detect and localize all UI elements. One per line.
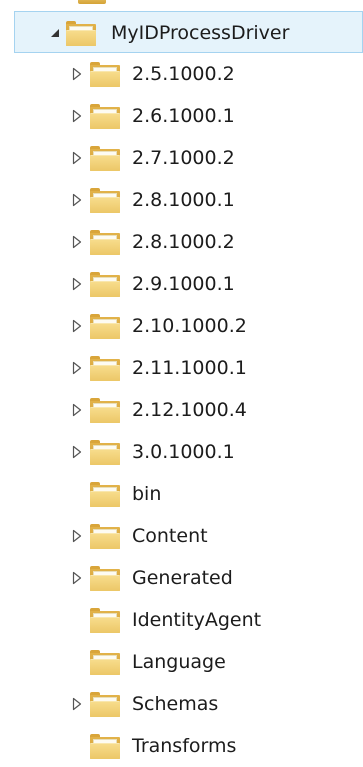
folder-icon — [90, 566, 120, 591]
collapsed-triangle-icon[interactable] — [70, 528, 84, 544]
tree-item[interactable]: 2.12.1000.4 — [0, 389, 363, 431]
tree-item[interactable]: 2.6.1000.1 — [0, 95, 363, 137]
collapsed-triangle-icon[interactable] — [70, 402, 84, 418]
tree-item-label: 2.6.1000.1 — [132, 105, 235, 127]
tree-item-label: 2.10.1000.2 — [132, 315, 247, 337]
collapsed-triangle-icon[interactable] — [70, 234, 84, 250]
tree-item-label: bin — [132, 483, 162, 505]
tree-item-label: 2.12.1000.4 — [132, 399, 247, 421]
folder-icon — [90, 440, 120, 465]
folder-icon — [90, 272, 120, 297]
tree-item-label: 3.0.1000.1 — [132, 441, 235, 463]
folder-icon — [90, 650, 120, 675]
collapsed-triangle-icon[interactable] — [70, 108, 84, 124]
tree-item[interactable]: 2.9.1000.1 — [0, 263, 363, 305]
collapsed-triangle-icon[interactable] — [70, 276, 84, 292]
folder-icon — [90, 524, 120, 549]
collapsed-triangle-icon[interactable] — [70, 192, 84, 208]
tree-item-label: Content — [132, 525, 208, 547]
tree-item[interactable]: 2.5.1000.2 — [0, 53, 363, 95]
partial-folder-icon — [78, 0, 106, 4]
folder-icon — [90, 482, 120, 507]
tree-item-label: IdentityAgent — [132, 609, 262, 631]
collapsed-triangle-icon[interactable] — [70, 150, 84, 166]
folder-icon — [66, 21, 96, 46]
tree-item-label: 2.7.1000.2 — [132, 147, 235, 169]
tree-item-label: 2.5.1000.2 — [132, 63, 235, 85]
tree-item[interactable]: Schemas — [0, 683, 363, 725]
collapsed-triangle-icon[interactable] — [70, 318, 84, 334]
folder-icon — [90, 734, 120, 759]
folder-icon — [90, 398, 120, 423]
tree-item[interactable]: Generated — [0, 557, 363, 599]
folder-icon — [90, 104, 120, 129]
folder-icon — [90, 356, 120, 381]
tree-item[interactable]: Transforms — [0, 725, 363, 767]
tree-item-label: 2.8.1000.1 — [132, 189, 235, 211]
folder-icon — [90, 230, 120, 255]
folder-icon — [90, 146, 120, 171]
tree-item[interactable]: 3.0.1000.1 — [0, 431, 363, 473]
folder-icon — [90, 314, 120, 339]
tree-item[interactable]: 2.8.1000.2 — [0, 221, 363, 263]
collapsed-triangle-icon[interactable] — [70, 66, 84, 82]
tree-item-root[interactable]: MyIDProcessDriver — [14, 11, 363, 53]
tree-item-label: 2.9.1000.1 — [132, 273, 235, 295]
tree-item[interactable]: bin — [0, 473, 363, 515]
collapsed-triangle-icon[interactable] — [70, 360, 84, 376]
tree-item[interactable]: Language — [0, 641, 363, 683]
tree-item[interactable]: 2.10.1000.2 — [0, 305, 363, 347]
tree-item[interactable]: 2.11.1000.1 — [0, 347, 363, 389]
tree-item[interactable]: 2.7.1000.2 — [0, 137, 363, 179]
tree-item-label: Schemas — [132, 693, 219, 715]
tree-item-label: 2.11.1000.1 — [132, 357, 247, 379]
folder-icon — [90, 188, 120, 213]
tree-item-label: 2.8.1000.2 — [132, 231, 235, 253]
tree-item-label: MyIDProcessDriver — [111, 22, 290, 44]
collapsed-triangle-icon[interactable] — [70, 570, 84, 586]
tree-item[interactable]: Content — [0, 515, 363, 557]
tree-item[interactable]: 2.8.1000.1 — [0, 179, 363, 221]
tree-item-label: Language — [132, 651, 226, 673]
expanded-triangle-icon[interactable] — [48, 25, 62, 41]
collapsed-triangle-icon[interactable] — [70, 444, 84, 460]
folder-icon — [90, 692, 120, 717]
folder-tree: MyIDProcessDriver 2.5.1000.2 2.6.1000.1 2.… — [0, 0, 363, 765]
collapsed-triangle-icon[interactable] — [70, 696, 84, 712]
folder-icon — [90, 608, 120, 633]
tree-item-label: Transforms — [132, 735, 237, 757]
folder-icon — [90, 62, 120, 87]
tree-item[interactable]: IdentityAgent — [0, 599, 363, 641]
tree-item-label: Generated — [132, 567, 233, 589]
